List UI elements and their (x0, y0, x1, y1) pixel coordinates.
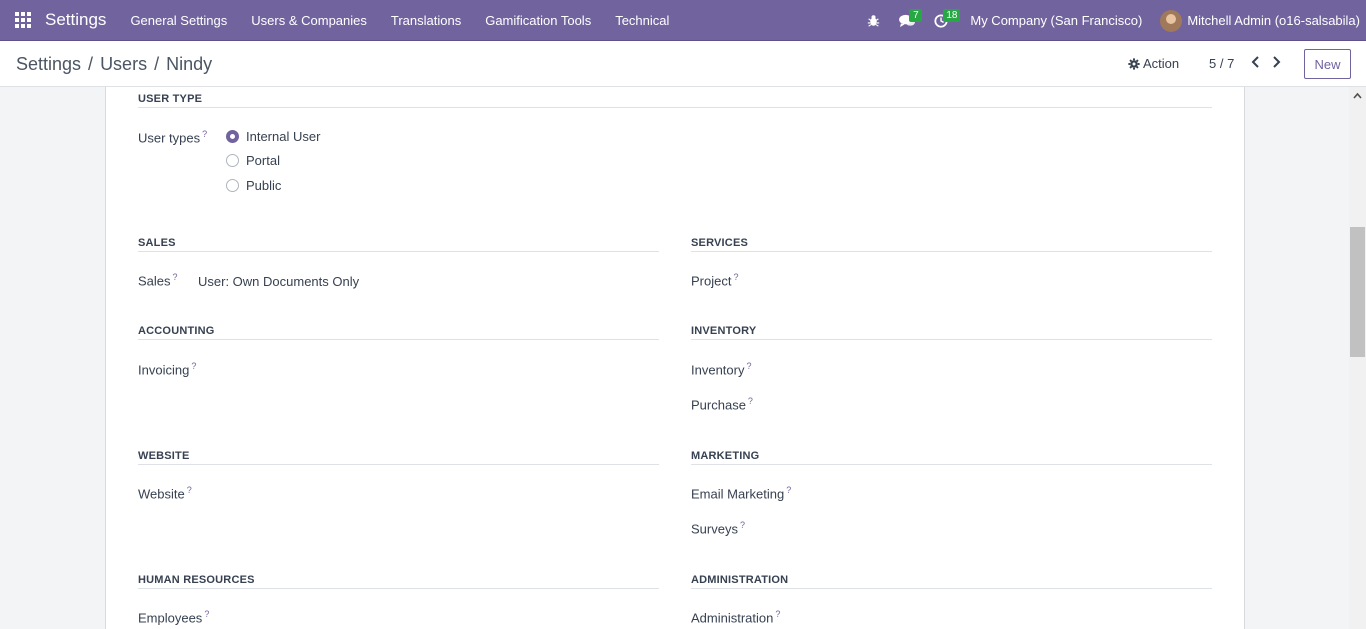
field-label-administration: Administration? (691, 609, 781, 626)
radio-public[interactable]: Public (226, 178, 281, 193)
radio-checked-icon (226, 130, 239, 143)
help-tooltip-icon[interactable]: ? (775, 609, 780, 619)
pager-value[interactable]: 5 / 7 (1209, 56, 1234, 71)
field-label-project: Project? (691, 272, 739, 289)
field-label-website: Website? (138, 485, 192, 502)
apps-menu-button[interactable] (0, 0, 45, 41)
breadcrumb-separator: / (88, 54, 94, 74)
menu-translations[interactable]: Translations (379, 13, 473, 28)
field-label-email-marketing: Email Marketing? (691, 485, 792, 502)
section-title-sales: SALES (138, 237, 176, 249)
company-switcher[interactable]: My Company (San Francisco) (970, 13, 1142, 28)
section-title-marketing: MARKETING (691, 450, 760, 462)
chevron-up-icon (1353, 92, 1362, 99)
messages-count-badge: 7 (909, 9, 923, 22)
help-tooltip-icon[interactable]: ? (191, 361, 196, 371)
action-menu-button[interactable]: Action (1128, 56, 1179, 71)
section-title-administration: ADMINISTRATION (691, 574, 789, 586)
section-divider (691, 588, 1212, 589)
action-label: Action (1143, 56, 1180, 71)
breadcrumb: Settings / Users / Nindy (16, 54, 212, 75)
help-tooltip-icon[interactable]: ? (746, 361, 751, 371)
activities-clock-icon[interactable]: 18 (924, 0, 961, 41)
field-label-purchase: Purchase? (691, 396, 753, 413)
top-navbar: Settings General Settings Users & Compan… (0, 0, 1366, 41)
help-tooltip-icon[interactable]: ? (204, 609, 209, 619)
menu-gamification-tools[interactable]: Gamification Tools (473, 13, 603, 28)
navbar-systray: 7 18 My Company (San Francisco) Mitchell… (856, 0, 1366, 41)
section-divider (138, 339, 659, 340)
chevron-right-icon (1272, 56, 1280, 68)
apps-grid-icon (14, 12, 31, 28)
breadcrumb-separator: / (154, 54, 160, 74)
new-record-button[interactable]: New (1304, 49, 1351, 79)
help-tooltip-icon[interactable]: ? (187, 485, 192, 495)
help-tooltip-icon[interactable]: ? (748, 396, 753, 406)
field-label-sales: Sales? (138, 272, 178, 289)
section-divider (691, 251, 1212, 252)
menu-technical[interactable]: Technical (603, 13, 681, 28)
page-scrollbar[interactable] (1349, 87, 1366, 629)
section-divider (138, 251, 659, 252)
field-label-inventory: Inventory? (691, 361, 752, 378)
section-title-website: WEBSITE (138, 450, 190, 462)
scroll-up-button[interactable] (1349, 87, 1366, 104)
breadcrumb-current: Nindy (166, 54, 213, 74)
user-name: Mitchell Admin (o16-salsabila) (1187, 13, 1360, 28)
debug-bug-icon[interactable] (856, 0, 890, 41)
help-tooltip-icon[interactable]: ? (786, 485, 791, 495)
form-sheet: USER TYPE User types? Internal User Port… (105, 87, 1245, 629)
section-title-inventory: INVENTORY (691, 325, 757, 337)
field-label-user-types: User types? (138, 129, 208, 146)
section-divider (138, 588, 659, 589)
radio-portal[interactable]: Portal (226, 153, 280, 168)
pager-previous-button[interactable] (1248, 54, 1262, 70)
scrollbar-thumb[interactable] (1350, 227, 1365, 357)
app-brand[interactable]: Settings (45, 10, 106, 30)
section-divider (138, 464, 659, 465)
gear-icon (1128, 57, 1140, 70)
control-panel: Settings / Users / Nindy Action 5 / 7 Ne… (0, 41, 1366, 87)
messages-chat-icon[interactable]: 7 (890, 0, 924, 41)
radio-unchecked-icon (226, 179, 239, 192)
radio-unchecked-icon (226, 154, 239, 167)
chevron-left-icon (1251, 56, 1259, 68)
field-label-invoicing: Invoicing? (138, 361, 197, 378)
breadcrumb-users[interactable]: Users (100, 54, 147, 75)
field-label-surveys: Surveys? (691, 520, 745, 537)
breadcrumb-settings[interactable]: Settings (16, 54, 81, 75)
menu-general-settings[interactable]: General Settings (118, 13, 239, 28)
section-divider (138, 107, 1212, 108)
help-tooltip-icon[interactable]: ? (733, 272, 738, 282)
radio-internal-user[interactable]: Internal User (226, 129, 320, 144)
section-divider (691, 464, 1212, 465)
section-title-user-type: USER TYPE (138, 93, 203, 105)
sales-access-select[interactable]: User: Own Documents Only (198, 274, 359, 289)
help-tooltip-icon[interactable]: ? (173, 272, 178, 282)
section-title-human-resources: HUMAN RESOURCES (138, 574, 255, 586)
user-menu[interactable]: Mitchell Admin (o16-salsabila) (1160, 9, 1360, 32)
help-tooltip-icon[interactable]: ? (202, 129, 207, 139)
section-divider (691, 339, 1212, 340)
menu-users-companies[interactable]: Users & Companies (239, 13, 379, 28)
help-tooltip-icon[interactable]: ? (740, 520, 745, 530)
activities-count-badge: 18 (943, 9, 961, 22)
pager-next-button[interactable] (1269, 54, 1283, 70)
field-label-employees: Employees? (138, 609, 210, 626)
section-title-services: SERVICES (691, 237, 749, 249)
section-title-accounting: ACCOUNTING (138, 325, 215, 337)
user-avatar (1160, 9, 1183, 32)
